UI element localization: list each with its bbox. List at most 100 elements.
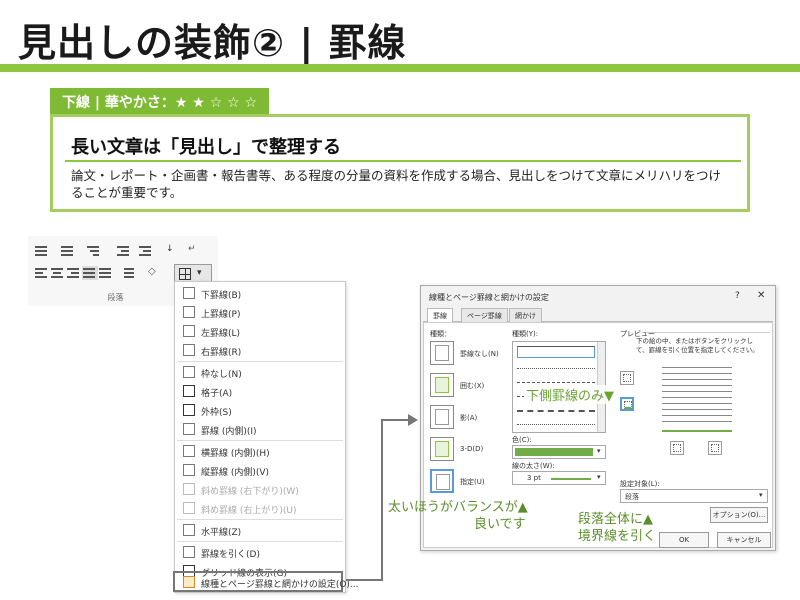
- menu-item-inside-vertical[interactable]: 縦罫線 (内側)(V): [175, 461, 345, 480]
- align-left-icon[interactable]: [34, 266, 50, 280]
- align-center-icon[interactable]: [50, 266, 66, 280]
- menu-item-top-border[interactable]: 上罫線(P): [175, 303, 345, 322]
- right-border-toggle[interactable]: [708, 441, 722, 455]
- options-button[interactable]: オプション(O)...: [710, 507, 768, 523]
- menu-item-diagonal-up: 斜め罫線 (右上がり)(U): [175, 499, 345, 518]
- chevron-down-icon: ▾: [759, 491, 763, 499]
- border-preview[interactable]: [662, 363, 732, 433]
- all-borders-icon: [183, 385, 195, 397]
- numbering-icon[interactable]: [60, 244, 76, 258]
- menu-item-diagonal-down: 斜め罫線 (右下がり)(W): [175, 480, 345, 499]
- info-box: 長い文章は「見出し」で整理する 論文・レポート・企画書・報告書等、ある程度の分量…: [50, 114, 750, 212]
- multilevel-list-icon[interactable]: [86, 244, 102, 258]
- page-icon: [436, 474, 450, 490]
- color-swatch: [515, 448, 593, 456]
- chevron-down-icon: ▾: [197, 268, 202, 278]
- line-style-option[interactable]: [517, 410, 595, 412]
- cancel-button[interactable]: キャンセル: [717, 532, 771, 548]
- left-border-icon: [673, 444, 681, 452]
- top-border-toggle[interactable]: [620, 371, 634, 385]
- justify-icon[interactable]: [82, 266, 98, 280]
- bottom-border-icon: [624, 401, 632, 409]
- line-style-option[interactable]: [517, 346, 595, 358]
- borders-icon: [179, 268, 191, 280]
- borders-shading-icon: [183, 576, 195, 588]
- menu-item-borders-and-shading[interactable]: 線種とページ罫線と網かけの設定(O)...: [173, 571, 359, 592]
- left-border-toggle[interactable]: [670, 441, 684, 455]
- close-icon[interactable]: ✕: [757, 290, 765, 301]
- dialog-tabs: 罫線 ページ罫線 網かけ: [423, 308, 773, 322]
- color-select[interactable]: ▾: [512, 445, 606, 459]
- line-spacing-icon[interactable]: [120, 266, 136, 280]
- color-label: 色(C):: [512, 436, 532, 444]
- annotation-whole-paragraph-2: 境界線を引く: [578, 529, 657, 544]
- menu-item-bottom-border[interactable]: 下罫線(B): [175, 284, 345, 303]
- setting-box-label: 囲む(X): [460, 382, 485, 390]
- diagonal-up-border-icon: [183, 502, 195, 514]
- setting-3d-label: 3-D(D): [460, 445, 484, 453]
- width-value: 3 pt: [527, 474, 541, 482]
- bottom-border-toggle[interactable]: [620, 397, 634, 411]
- setting-3d-button[interactable]: [430, 437, 454, 461]
- setting-box-button[interactable]: [430, 373, 454, 397]
- ok-button[interactable]: OK: [659, 532, 709, 548]
- pencil-icon: [183, 546, 195, 558]
- preview-bottom-border: [662, 430, 732, 432]
- horizontal-line-icon: [183, 524, 195, 536]
- right-border-icon: [183, 344, 195, 356]
- diagonal-down-border-icon: [183, 483, 195, 495]
- setting-custom-label: 指定(U): [460, 478, 485, 486]
- show-marks-icon[interactable]: ↵: [188, 244, 204, 258]
- shading-icon[interactable]: ◇: [148, 266, 164, 280]
- setting-shadow-label: 影(A): [460, 414, 478, 422]
- menu-item-no-border[interactable]: 枠なし(N): [175, 363, 345, 382]
- dialog-title: 線種とページ罫線と網かけの設定: [429, 293, 549, 302]
- menu-item-inside-borders[interactable]: 罫線 (内側)(I): [175, 420, 345, 439]
- width-sample: [551, 478, 591, 480]
- tab-page-border[interactable]: ページ罫線: [461, 308, 508, 322]
- info-heading: 長い文章は「見出し」で整理する: [71, 137, 341, 158]
- inside-vertical-border-icon: [183, 464, 195, 476]
- left-border-icon: [183, 325, 195, 337]
- apply-to-select[interactable]: 段落 ▾: [620, 489, 768, 503]
- tab-borders[interactable]: 罫線: [427, 308, 453, 322]
- line-style-option[interactable]: [517, 368, 595, 369]
- bullets-icon[interactable]: [34, 244, 50, 258]
- setting-custom-button[interactable]: [430, 469, 454, 493]
- chevron-down-icon: ▾: [597, 473, 601, 481]
- annotation-thick-balance-2: 良いです: [474, 517, 526, 532]
- annotation-bottom-only: 下側罫線のみ▼: [524, 385, 616, 404]
- increase-indent-icon[interactable]: [138, 244, 154, 258]
- sort-icon[interactable]: ↓: [166, 244, 182, 258]
- inside-horizontal-border-icon: [183, 445, 195, 457]
- menu-item-right-border[interactable]: 右罫線(R): [175, 341, 345, 360]
- help-button[interactable]: ?: [735, 291, 740, 301]
- line-style-option[interactable]: [517, 424, 595, 425]
- no-border-icon: [183, 366, 195, 378]
- menu-item-outside-borders[interactable]: 外枠(S): [175, 401, 345, 420]
- right-border-icon: [711, 444, 719, 452]
- distributed-icon[interactable]: [98, 266, 114, 280]
- page-icon: [435, 409, 449, 425]
- tab-shading[interactable]: 網かけ: [509, 308, 542, 322]
- menu-separator: [177, 541, 343, 542]
- menu-item-inside-horizontal[interactable]: 横罫線 (内側)(H): [175, 442, 345, 461]
- menu-item-left-border[interactable]: 左罫線(L): [175, 322, 345, 341]
- page-icon: [435, 345, 449, 361]
- align-right-icon[interactable]: [66, 266, 82, 280]
- chevron-down-icon: ▾: [597, 447, 601, 455]
- menu-item-horizontal-line[interactable]: 水平線(Z): [175, 521, 345, 540]
- slide-title: 見出しの装飾② | 罫線: [18, 21, 407, 65]
- setting-none-button[interactable]: [430, 341, 454, 365]
- line-style-option[interactable]: [517, 382, 595, 383]
- menu-item-all-borders[interactable]: 格子(A): [175, 382, 345, 401]
- width-select[interactable]: 3 pt ▾: [512, 471, 606, 485]
- setting-shadow-button[interactable]: [430, 405, 454, 429]
- borders-menu: 下罫線(B) 上罫線(P) 左罫線(L) 右罫線(R) 枠なし(N) 格子(A)…: [173, 281, 359, 593]
- top-border-icon: [183, 306, 195, 318]
- decrease-indent-icon[interactable]: [116, 244, 132, 258]
- style-label: 種類(Y):: [512, 330, 539, 338]
- menu-separator: [177, 519, 343, 520]
- menu-item-draw-table[interactable]: 罫線を引く(D): [175, 543, 345, 562]
- info-body: 論文・レポート・企画書・報告書等、ある程度の分量の資料を作成する場合、見出しをつ…: [71, 168, 722, 200]
